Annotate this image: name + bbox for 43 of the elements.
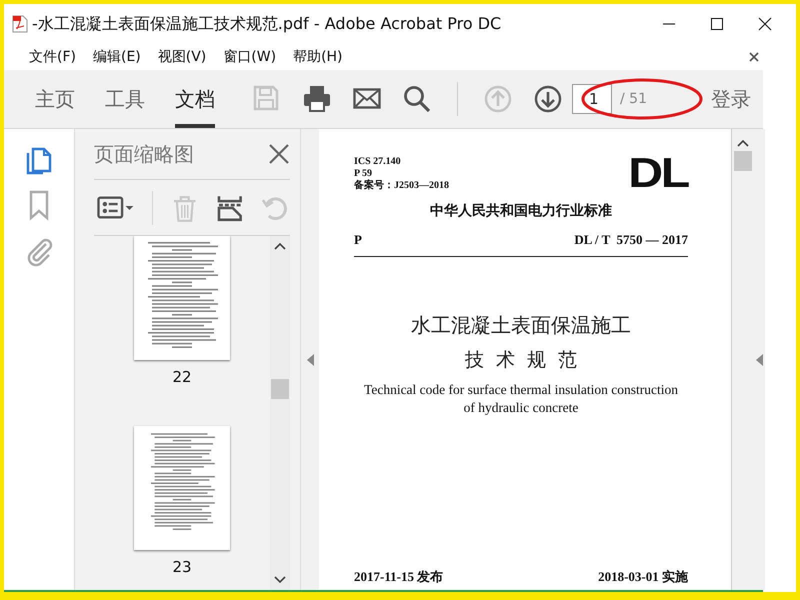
page-thumbnail[interactable] [134, 236, 230, 360]
close-icon[interactable] [749, 52, 759, 62]
menu-item[interactable]: 视图(V) [158, 48, 214, 66]
sign-in-link[interactable]: 登录 [711, 70, 751, 128]
arrow-down-circle-icon[interactable] [534, 85, 562, 113]
document-title: 技 术 规 范 [464, 348, 578, 373]
classification-line: ICS 27.140 [354, 156, 402, 168]
menu-item[interactable]: 帮助(H) [293, 48, 350, 66]
page-number-label: 23 [172, 558, 192, 576]
chevron-up-icon[interactable] [274, 242, 286, 250]
english-title: Technical code for surface thermal insulation construction of hydraulic concrete [363, 381, 679, 417]
classification-line: P 59 [354, 168, 374, 179]
chevron-up-icon[interactable] [737, 139, 749, 147]
pdf-file-icon [12, 15, 28, 33]
page-thumbnail[interactable] [134, 426, 230, 550]
nav-tab[interactable]: 工具 [105, 70, 145, 128]
page-count: / 51 [620, 91, 647, 107]
panel-title: 页面缩略图 [94, 140, 194, 168]
close-icon[interactable] [758, 17, 772, 31]
chevron-down-icon[interactable] [274, 576, 286, 584]
printer-icon[interactable] [303, 85, 331, 113]
page-number-label: 22 [172, 368, 192, 386]
document-title: 水工混凝土表面保温施工 [410, 312, 632, 339]
effective-date: 2018-03-01 实施 [598, 568, 688, 586]
maximize-icon[interactable] [710, 17, 724, 31]
category-code: P [354, 232, 362, 248]
insert-page-icon[interactable] [216, 194, 244, 222]
scrollbar-thumb[interactable] [271, 379, 289, 399]
scrollbar-thumb[interactable] [734, 151, 752, 171]
window-title: -水工混凝土表面保温施工技术规范.pdf - Adobe Acrobat Pro DC [32, 14, 502, 34]
standard-number: DL / T 5750 — 2017 [574, 232, 688, 248]
issuing-authority: 中华人民共和国电力行业标准 [429, 202, 613, 220]
nav-tab[interactable]: 主页 [35, 70, 75, 128]
standard-logo: DL [628, 156, 688, 190]
search-icon[interactable] [403, 85, 431, 113]
menu-item[interactable]: 编辑(E) [92, 48, 148, 66]
menu-item[interactable]: 窗口(W) [223, 48, 284, 66]
menu-item[interactable]: 文件(F) [29, 48, 83, 66]
issue-date: 2017-11-15 发布 [354, 568, 444, 586]
collapse-arrow-icon[interactable] [306, 354, 314, 366]
classification-line: 备案号：J2503—2018 [354, 180, 449, 192]
options-menu-icon[interactable] [97, 194, 134, 222]
expand-arrow-icon[interactable] [756, 354, 763, 366]
